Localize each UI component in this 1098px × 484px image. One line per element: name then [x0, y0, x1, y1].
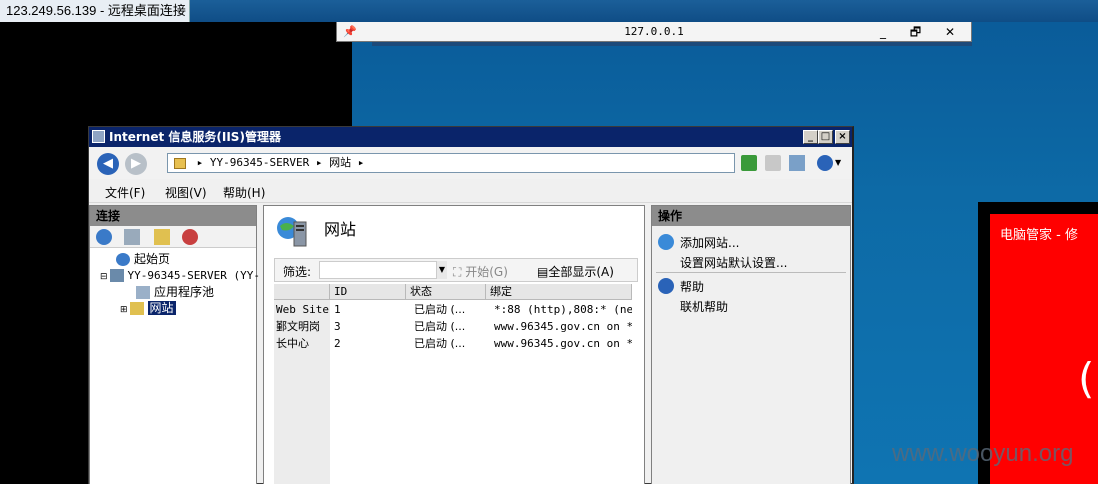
watermark: www.wooyun.org	[892, 440, 1074, 467]
folder-up-icon[interactable]	[154, 229, 170, 245]
filter-input[interactable]	[319, 261, 437, 279]
help-dropdown-icon[interactable]: ▼	[835, 155, 851, 171]
address-path: ▸ YY-96345-SERVER ▸ 网站 ▸	[196, 156, 365, 169]
rdp-window-title: 123.249.56.139 - 远程桌面连接	[0, 0, 190, 22]
filter-bar: 筛选: ▼ ⛶ 开始(G) ▤全部显示(A)	[274, 258, 638, 282]
server-icon	[109, 269, 124, 282]
app-pool-icon	[136, 286, 150, 299]
actions-heading: 操作	[652, 206, 850, 226]
add-site-link[interactable]: 添加网站...	[680, 234, 739, 251]
stop-icon[interactable]	[765, 155, 781, 171]
tree-item-start-page[interactable]: 起始页	[116, 251, 170, 267]
window-titlebar[interactable]: Internet 信息服务(IIS)管理器 _ □ ×	[89, 127, 852, 147]
iis-app-icon	[92, 130, 105, 143]
sites-pane: 网站 筛选: ▼ ⛶ 开始(G) ▤全部显示(A) ID 状态 绑定 Web S…	[263, 205, 645, 484]
sites-table: ID 状态 绑定 Web Site 1 已启动 (... *:88 (http)…	[274, 284, 632, 484]
tree-item-app-pools[interactable]: 应用程序池	[136, 284, 214, 300]
tree-item-sites[interactable]: ⊞ 网站	[120, 300, 176, 316]
back-button[interactable]: ◀	[97, 153, 119, 175]
maximize-button[interactable]: □	[818, 130, 833, 144]
actions-pane: 操作 添加网站... 设置网站默认设置... 帮助 联机帮助	[651, 205, 851, 484]
tree-item-server[interactable]: ⊟ YY-96345-SERVER (YY-	[100, 267, 260, 283]
sites-folder-icon	[129, 302, 144, 315]
menu-file[interactable]: 文件(F)	[105, 184, 145, 201]
notification-glyph: (	[1078, 354, 1095, 403]
show-all-button[interactable]: ▤全部显示(A)	[537, 263, 614, 280]
collapse-icon[interactable]: ⊟	[100, 272, 108, 282]
show-all-icon: ▤	[537, 265, 549, 279]
connections-toolbar	[90, 226, 256, 248]
connection-bar-strip	[372, 42, 972, 46]
menu-help[interactable]: 帮助(H)	[223, 184, 265, 201]
sites-title: 网站	[324, 220, 357, 239]
connection-bar-controls[interactable]: _ 🗗 ✕	[880, 23, 965, 44]
connections-heading: 连接	[90, 206, 256, 226]
filter-dropdown-icon[interactable]: ▼	[437, 261, 447, 279]
address-folder-icon	[174, 157, 186, 169]
online-help-link[interactable]: 联机帮助	[680, 298, 728, 315]
menu-view[interactable]: 视图(V)	[165, 184, 207, 201]
column-header-id[interactable]: ID	[330, 284, 406, 300]
column-header-status[interactable]: 状态	[406, 284, 486, 300]
expand-icon[interactable]: ⊞	[120, 305, 128, 315]
disconnect-icon[interactable]	[182, 229, 198, 245]
sites-globe-icon	[277, 217, 307, 247]
connections-pane: 连接 起始页 ⊟ YY-96345-SERVER (YY- 应用程序池 ⊞ 网站	[89, 205, 260, 484]
home-icon[interactable]	[789, 155, 805, 171]
column-header-binding[interactable]: 绑定	[486, 284, 632, 300]
navigation-bar: ◀ ▶ ▸ YY-96345-SERVER ▸ 网站 ▸ ▼	[89, 147, 852, 179]
connection-ip: 127.0.0.1	[624, 25, 684, 38]
minimize-button[interactable]: _	[803, 130, 818, 144]
connection-bar: 📌 127.0.0.1 _ 🗗 ✕	[336, 22, 972, 42]
forward-button[interactable]: ▶	[125, 153, 147, 175]
help-icon[interactable]	[817, 155, 833, 171]
address-bar[interactable]: ▸ YY-96345-SERVER ▸ 网站 ▸	[167, 153, 735, 173]
connect-icon[interactable]	[96, 229, 112, 245]
help-circle-icon	[658, 278, 674, 294]
binoculars-icon: ⛶	[453, 265, 466, 279]
site-defaults-link[interactable]: 设置网站默认设置...	[680, 254, 787, 271]
notification-title: 电脑管家 - 修	[1000, 228, 1078, 243]
filter-label: 筛选:	[283, 265, 312, 279]
menu-bar: 文件(F) 视图(V) 帮助(H)	[89, 179, 852, 203]
actions-divider	[656, 272, 846, 273]
help-link[interactable]: 帮助	[680, 278, 704, 295]
refresh-icon[interactable]	[741, 155, 757, 171]
start-filter-button[interactable]: ⛶ 开始(G)	[453, 263, 508, 280]
window-title: Internet 信息服务(IIS)管理器	[109, 130, 281, 144]
iis-manager-window: Internet 信息服务(IIS)管理器 _ □ × ◀ ▶ ▸ YY-963…	[88, 126, 854, 484]
column-header-name[interactable]	[274, 284, 330, 300]
save-icon[interactable]	[124, 229, 140, 245]
add-site-icon	[658, 234, 674, 250]
close-button[interactable]: ×	[835, 130, 850, 144]
start-page-icon	[116, 253, 130, 266]
